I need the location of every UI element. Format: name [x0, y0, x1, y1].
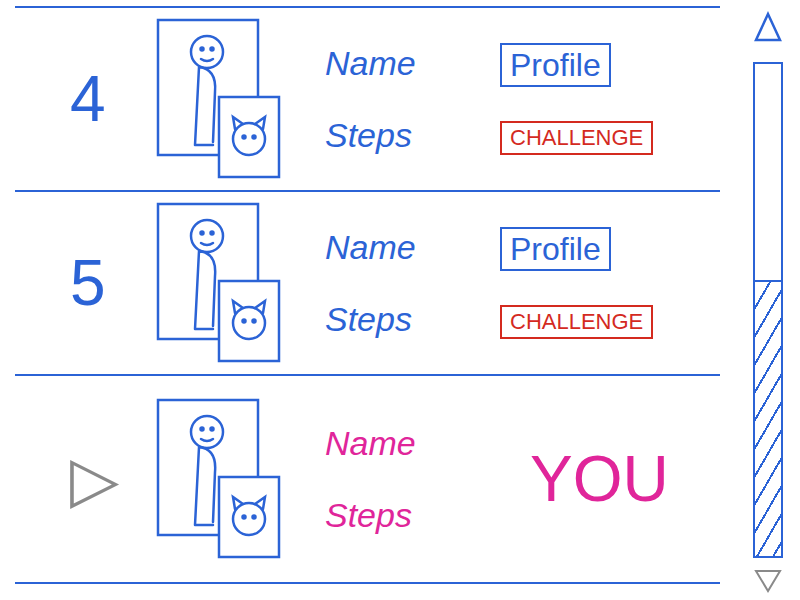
player-steps: Steps — [325, 302, 500, 336]
rank: 4 — [15, 67, 155, 131]
your-row: ▷ Name StepsYOU — [15, 376, 720, 584]
player-steps: Steps — [325, 498, 500, 532]
scroll-thumb[interactable] — [755, 280, 781, 556]
profile-button[interactable]: Profile — [500, 43, 611, 87]
avatar-icon — [155, 397, 285, 562]
you-badge: YOU — [500, 447, 669, 511]
rank: 5 — [15, 251, 155, 315]
player-steps: Steps — [325, 118, 500, 152]
scroll-track[interactable] — [753, 62, 783, 558]
challenge-button[interactable]: CHALLENGE — [500, 121, 653, 155]
avatar-icon — [155, 201, 285, 366]
leaderboard-row: 5 Name StepsProfile CHALLENGE — [15, 192, 720, 376]
player-name: Name — [325, 230, 500, 264]
leaderboard-row: 4 Name StepsProfile CHALLENGE — [15, 8, 720, 192]
player-name: Name — [325, 46, 500, 80]
leaderboard-screen: 4NameStepsProfileCHALLENGE5NameStepsProf… — [0, 0, 800, 600]
leaderboard-list: 4NameStepsProfileCHALLENGE5NameStepsProf… — [0, 0, 720, 600]
scroll-up-icon[interactable] — [753, 10, 783, 44]
rank: ▷ — [15, 447, 155, 511]
challenge-button[interactable]: CHALLENGE — [500, 305, 653, 339]
avatar-icon — [155, 17, 285, 182]
scroll-down-icon[interactable] — [753, 568, 783, 594]
scrollbar[interactable] — [750, 0, 786, 600]
profile-button[interactable]: Profile — [500, 227, 611, 271]
player-name: Name — [325, 426, 500, 460]
